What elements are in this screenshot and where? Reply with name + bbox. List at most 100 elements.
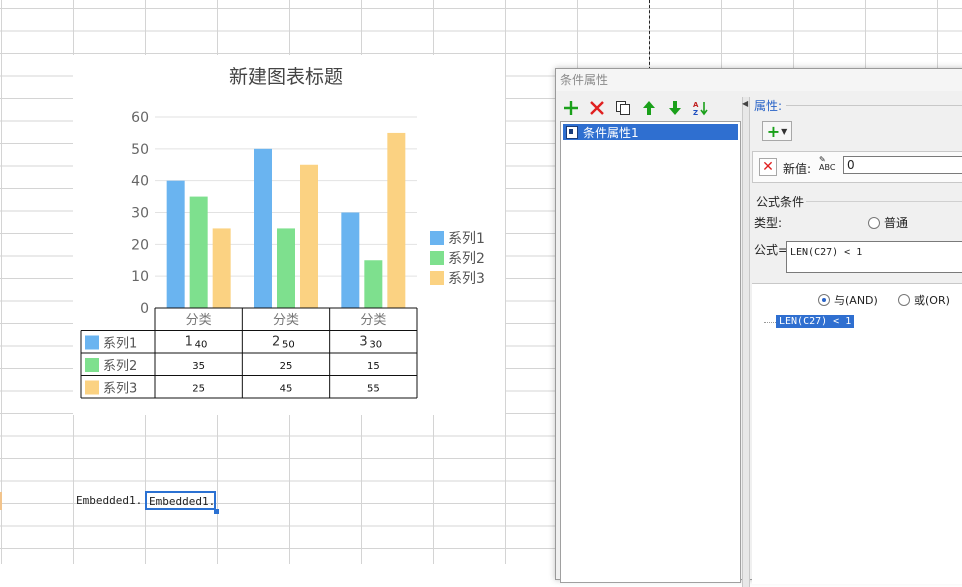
- x-icon: [590, 101, 604, 115]
- condition-list-item-label: 条件属性1: [583, 125, 639, 140]
- or-label: 或(OR): [914, 294, 950, 307]
- table-series-label: 系列1: [103, 337, 137, 352]
- dialog-title: 条件属性: [556, 69, 962, 91]
- arrow-up-icon: [643, 101, 655, 115]
- sort-az-icon: AZ: [693, 101, 708, 116]
- svg-text:A: A: [693, 101, 699, 109]
- delete-condition-button[interactable]: [586, 97, 608, 119]
- condition-list[interactable]: 条件属性1: [560, 121, 741, 583]
- category-mark: 1: [185, 335, 193, 350]
- row-marker: [0, 492, 2, 510]
- delete-property-button[interactable]: ✕: [759, 158, 777, 176]
- and-radio[interactable]: 与(AND): [818, 292, 878, 308]
- table-value: 35: [192, 361, 205, 372]
- bar: [189, 196, 208, 308]
- formula-label: 公式=: [754, 243, 789, 257]
- formula-input[interactable]: LEN(C27) < 1: [786, 241, 962, 273]
- category-mark: 2: [272, 335, 280, 350]
- y-tick-label: 30: [131, 206, 149, 222]
- table-legend-swatch: [85, 335, 99, 350]
- move-down-button[interactable]: [664, 97, 686, 119]
- new-value-row: ✕ 新值: ✎ ABC 0: [752, 151, 962, 183]
- category-label: 分类: [186, 313, 212, 328]
- page-break-line: [649, 0, 650, 70]
- legend-label: 系列1: [448, 231, 485, 247]
- table-value: 55: [367, 384, 380, 395]
- bar: [387, 132, 406, 308]
- bar: [341, 212, 360, 308]
- table-series-label: 系列3: [103, 382, 137, 397]
- bar: [364, 260, 383, 308]
- legend-label: 系列2: [448, 251, 485, 267]
- radio-circle-icon: [868, 216, 880, 229]
- table-value: 30: [369, 340, 382, 351]
- legend-label: 系列3: [448, 271, 485, 287]
- move-up-button[interactable]: [638, 97, 660, 119]
- table-value: 40: [195, 340, 208, 351]
- abc-icon-label: ABC: [819, 163, 836, 172]
- properties-divider: [786, 105, 962, 106]
- y-tick-label: 0: [140, 301, 149, 317]
- table-value: 45: [280, 384, 293, 395]
- bar: [277, 228, 295, 308]
- bar: [254, 148, 272, 308]
- fill-handle[interactable]: [214, 509, 219, 514]
- cell-embedded-a[interactable]: Embedded1.: [76, 494, 142, 507]
- bar: [300, 164, 318, 308]
- properties-panel: 属性: + ▼ ✕ 新值: ✎ ABC 0 公式条件 类型: 普通 公式= LEN(…: [750, 97, 962, 587]
- condition-tree[interactable]: LEN(C27) < 1: [754, 314, 962, 574]
- dropdown-arrow-icon: ▼: [781, 126, 788, 136]
- sort-button[interactable]: AZ: [690, 97, 712, 119]
- table-value: 50: [282, 340, 295, 351]
- legend-swatch: [430, 271, 444, 285]
- copy-condition-button[interactable]: [612, 97, 634, 119]
- logic-conditions-box: 与(AND) 或(OR) LEN(C27) < 1: [752, 283, 962, 584]
- add-condition-button[interactable]: [560, 97, 582, 119]
- condition-toolbar: AZ: [560, 97, 712, 119]
- y-tick-label: 10: [131, 269, 149, 285]
- copy-icon: [616, 101, 630, 115]
- or-radio[interactable]: 或(OR): [898, 292, 950, 308]
- embedded-chart[interactable]: 新建图表标题 0 10 20 30 40 50 60 系列1 系列2 系列3 分类 分类 分类 系列1 1 40…: [73, 55, 505, 415]
- svg-text:Z: Z: [693, 109, 698, 116]
- new-value-input[interactable]: 0: [843, 156, 962, 174]
- category-mark: 3: [359, 335, 367, 350]
- condition-item-icon: [566, 125, 578, 139]
- and-label: 与(AND): [834, 294, 878, 307]
- y-tick-label: 40: [131, 174, 149, 190]
- category-label: 分类: [273, 313, 299, 328]
- panel-splitter[interactable]: [742, 97, 750, 587]
- table-legend-swatch: [85, 358, 99, 372]
- properties-label: 属性:: [754, 99, 783, 113]
- cell-embedded-b-selected[interactable]: Embedded1.: [145, 491, 216, 510]
- category-label: 分类: [360, 313, 386, 328]
- formula-section-label: 公式条件: [756, 195, 805, 209]
- type-normal-radio[interactable]: 普通: [868, 214, 908, 231]
- plus-icon: [564, 101, 578, 115]
- bar: [166, 180, 185, 308]
- legend-swatch: [430, 251, 444, 265]
- x-icon: ✕: [762, 159, 774, 175]
- bar: [212, 228, 231, 308]
- table-value: 25: [192, 384, 205, 395]
- y-tick-label: 60: [131, 110, 149, 126]
- collapse-arrow-icon[interactable]: ◀: [742, 99, 748, 108]
- plus-icon: +: [766, 121, 781, 141]
- type-normal-label: 普通: [884, 216, 909, 230]
- y-tick-label: 50: [131, 142, 149, 158]
- condition-properties-dialog: 条件属性 AZ 条件属性1 ◀ 属性: + ▼ ✕ 新值: ✎ ABC 0 公式…: [555, 68, 962, 587]
- radio-circle-icon: [898, 294, 910, 306]
- formula-section-divider: [806, 201, 962, 202]
- type-label: 类型:: [754, 216, 783, 230]
- condition-list-item[interactable]: 条件属性1: [563, 124, 738, 140]
- bar-chart: 新建图表标题0102030405060系列1系列2系列3分类 分类 分类系列1 1 40…: [80, 66, 485, 399]
- table-series-label: 系列2: [103, 359, 137, 374]
- new-value-label: 新值:: [783, 162, 812, 176]
- add-property-dropdown[interactable]: + ▼: [762, 121, 792, 141]
- table-value: 15: [367, 361, 380, 372]
- formula-editor-icon[interactable]: ✎ ABC: [819, 156, 835, 172]
- condition-tree-node[interactable]: LEN(C27) < 1: [776, 315, 855, 328]
- legend-swatch: [430, 231, 444, 245]
- tree-connector: [764, 322, 776, 323]
- radio-selected-icon: [818, 294, 830, 306]
